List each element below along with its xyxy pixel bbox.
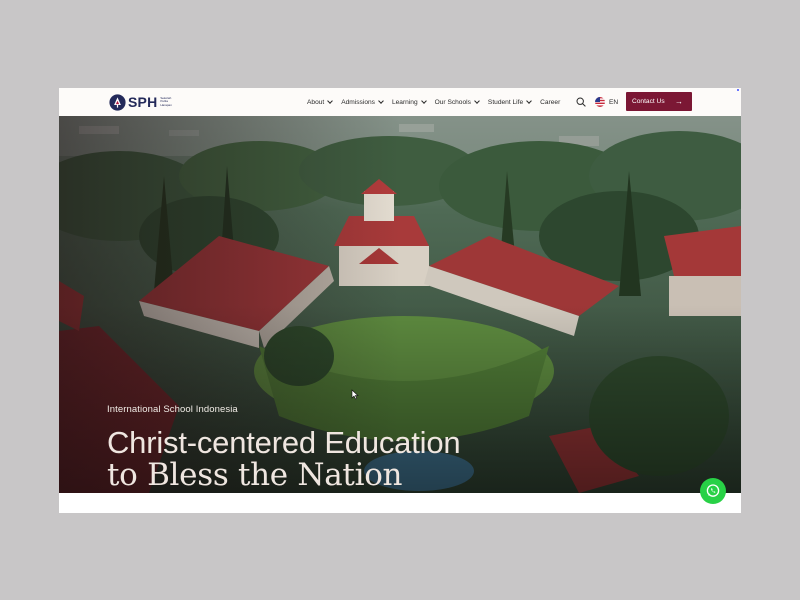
indicator-dot xyxy=(737,89,739,91)
hero-tagline: International School Indonesia xyxy=(107,404,238,415)
browser-page: SPH Sekolah Pelita Harapan About Admissi… xyxy=(59,88,741,513)
content-start-strip xyxy=(59,493,741,513)
hero-title-line-2: to Bless the Nation xyxy=(107,457,403,493)
chevron-down-icon xyxy=(327,98,334,104)
hero-title: Christ-centered Education to Bless the N… xyxy=(107,425,461,493)
mouse-cursor-icon xyxy=(351,389,359,400)
logo-emblem-icon xyxy=(109,93,126,111)
nav-item-our-schools[interactable]: Our Schools xyxy=(434,98,480,106)
nav-label: About xyxy=(307,98,325,106)
search-icon[interactable] xyxy=(576,97,586,107)
nav-item-student-life[interactable]: Student Life xyxy=(487,98,532,106)
hero-section: International School Indonesia Christ-ce… xyxy=(59,116,741,493)
nav-label: Our Schools xyxy=(434,98,471,106)
nav-item-learning[interactable]: Learning xyxy=(391,98,427,106)
main-nav: About Admissions Learning Our Schools St… xyxy=(307,88,569,116)
hero-title-line-1: Christ-centered Education xyxy=(107,425,461,460)
logo-subtitle: Sekolah Pelita Harapan xyxy=(160,95,172,107)
nav-label: Career xyxy=(540,98,561,106)
chevron-down-icon xyxy=(378,98,384,104)
chevron-down-icon xyxy=(474,98,480,104)
nav-item-career[interactable]: Career xyxy=(540,99,560,106)
whatsapp-icon xyxy=(706,484,720,497)
chevron-down-icon xyxy=(420,98,427,104)
nav-item-about[interactable]: About xyxy=(307,98,334,106)
chevron-down-icon xyxy=(526,98,532,104)
nav-label: Admissions xyxy=(341,98,375,106)
nav-item-admissions[interactable]: Admissions xyxy=(341,98,384,106)
contact-us-button[interactable]: Contact Us → xyxy=(626,92,692,111)
language-label: EN xyxy=(609,98,619,106)
header-navbar: SPH Sekolah Pelita Harapan About Admissi… xyxy=(59,88,741,116)
whatsapp-button[interactable] xyxy=(700,478,726,504)
nav-label: Learning xyxy=(391,98,418,106)
nav-label: Student Life xyxy=(487,98,524,106)
arrow-right-icon: → xyxy=(675,96,683,106)
us-flag-icon xyxy=(595,97,605,107)
logo-text: SPH xyxy=(128,94,158,110)
site-logo[interactable]: SPH Sekolah Pelita Harapan xyxy=(109,93,174,111)
language-selector[interactable]: EN xyxy=(595,97,618,107)
contact-label: Contact Us xyxy=(632,98,665,105)
